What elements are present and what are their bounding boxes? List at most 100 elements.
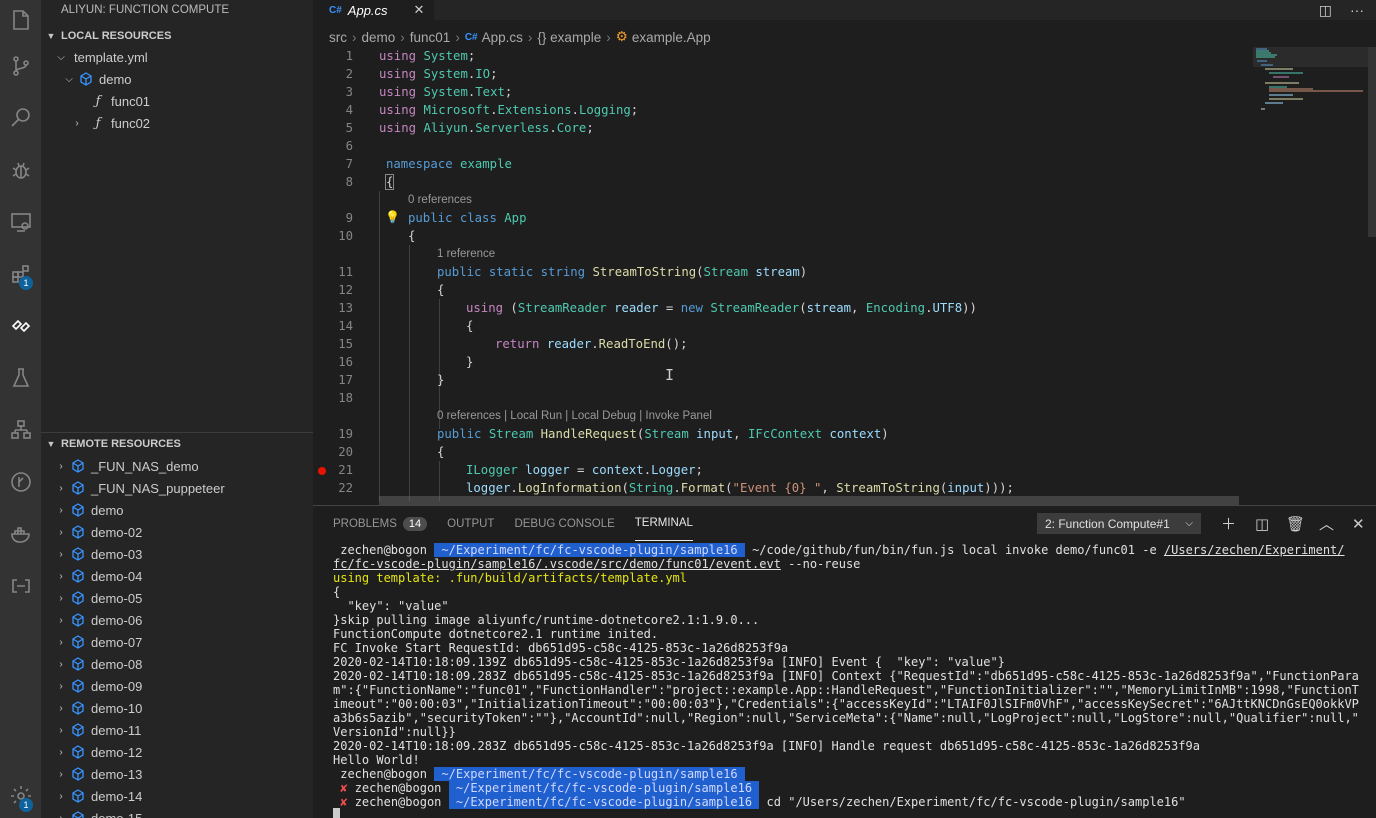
- codelens-references[interactable]: 0 references: [408, 194, 472, 206]
- git-graph-icon[interactable]: [0, 462, 41, 502]
- remote-resource-item[interactable]: › demo-07: [41, 631, 313, 653]
- chevron-down-icon: ⌵: [57, 51, 65, 63]
- remote-resource-item[interactable]: › _FUN_NAS_puppeteer: [41, 477, 313, 499]
- test-flask-icon[interactable]: [0, 358, 41, 398]
- search-icon[interactable]: [0, 98, 41, 138]
- tree-item-label: demo-02: [91, 524, 143, 540]
- terminal-line: a3b6s5azib","securityToken":""},"Account…: [333, 711, 1359, 725]
- remote-resource-item[interactable]: › demo-06: [41, 609, 313, 631]
- chevron-right-icon: ›: [59, 460, 63, 472]
- code-line: }: [466, 355, 474, 369]
- terminal-line: using template: .fun/build/artifacts/tem…: [333, 571, 688, 585]
- remote-explorer-icon[interactable]: [0, 202, 41, 242]
- activity-bar: 1 1: [0, 0, 41, 818]
- remote-resource-item[interactable]: › _FUN_NAS_demo: [41, 455, 313, 477]
- close-panel-icon[interactable]: ✕: [1352, 506, 1365, 541]
- terminal-select[interactable]: 2: Function Compute#1 ⌵: [1037, 513, 1201, 534]
- deploy-icon[interactable]: [0, 410, 41, 450]
- remote-resource-item[interactable]: › demo-04: [41, 565, 313, 587]
- local-resources-header[interactable]: ▼ LOCAL RESOURCES: [41, 26, 313, 46]
- tree-item-label: demo-05: [91, 590, 143, 606]
- service-cube-icon: [69, 745, 87, 759]
- new-terminal-icon[interactable]: ＋: [1221, 506, 1236, 541]
- remote-resource-item[interactable]: › demo-02: [41, 521, 313, 543]
- breadcrumb-file[interactable]: App.cs: [482, 30, 523, 45]
- tab-output[interactable]: OUTPUT: [447, 506, 494, 541]
- breadcrumb-namespace[interactable]: {} example: [537, 30, 601, 45]
- terminal-line: FunctionCompute dotnetcore2.1 runtime in…: [333, 627, 659, 641]
- tree-item-label: template.yml: [74, 49, 148, 65]
- remote-resource-item[interactable]: › demo-05: [41, 587, 313, 609]
- remote-resource-item[interactable]: › demo-10: [41, 697, 313, 719]
- tab-problems[interactable]: PROBLEMS 14: [333, 506, 428, 541]
- remote-resource-item[interactable]: › demo-09: [41, 675, 313, 697]
- trash-icon[interactable]: 🗑: [1286, 506, 1305, 541]
- breadcrumb-class[interactable]: example.App: [632, 30, 711, 45]
- remote-resources-header[interactable]: ▼ REMOTE RESOURCES: [41, 433, 313, 455]
- function-icon: ƒ: [95, 93, 101, 109]
- tree-item-label: demo-08: [91, 656, 143, 672]
- codelens-references[interactable]: 1 reference: [437, 248, 495, 260]
- panel-tabs: PROBLEMS 14 OUTPUT DEBUG CONSOLE TERMINAL…: [313, 506, 1376, 541]
- service-cube-icon: [69, 679, 87, 693]
- codelens-actions[interactable]: 0 references | Local Run | Local Debug |…: [437, 410, 712, 422]
- chevron-right-icon: ›: [59, 526, 63, 538]
- docker-icon[interactable]: [0, 514, 41, 554]
- class-icon: ⚙: [615, 29, 628, 44]
- tab-app-cs[interactable]: C# App.cs ✕: [313, 0, 435, 20]
- chevron-right-icon: ›: [59, 724, 63, 736]
- terminal-line: m":{"FunctionName":"func01","FunctionHan…: [333, 683, 1359, 697]
- remote-resource-item[interactable]: › demo: [41, 499, 313, 521]
- settings-gear-icon[interactable]: 1: [0, 776, 41, 816]
- tab-terminal[interactable]: TERMINAL: [634, 506, 693, 541]
- tree-item-label: demo-15: [91, 810, 143, 818]
- service-cube-icon: [69, 657, 87, 671]
- bracket-link-icon[interactable]: [0, 566, 41, 606]
- remote-resource-item[interactable]: › demo-11: [41, 719, 313, 741]
- tree-item-demo[interactable]: ⌵ demo: [41, 68, 313, 90]
- tree-item-func02[interactable]: › ƒ func02: [41, 112, 313, 134]
- tree-item-template-yml[interactable]: ⌵ template.yml: [41, 46, 313, 68]
- terminal-line: VersionId":null}}: [333, 725, 456, 739]
- chevron-right-icon: ›: [59, 636, 63, 648]
- more-actions-icon[interactable]: ···: [1350, 2, 1364, 18]
- split-editor-icon[interactable]: ◫: [1319, 2, 1332, 19]
- tree-item-label: demo-11: [91, 722, 142, 738]
- code-line: using Aliyun.Serverless.Core;: [379, 121, 594, 135]
- remote-resource-item[interactable]: › demo-12: [41, 741, 313, 763]
- tree-item-label: demo: [99, 71, 132, 87]
- remote-resource-item[interactable]: › demo-15: [41, 807, 313, 818]
- extensions-icon[interactable]: 1: [0, 254, 41, 294]
- extensions-badge: 1: [19, 276, 33, 290]
- remote-resource-item[interactable]: › demo-03: [41, 543, 313, 565]
- tab-debug-console[interactable]: DEBUG CONSOLE: [514, 506, 614, 541]
- bottom-panel: PROBLEMS 14 OUTPUT DEBUG CONSOLE TERMINAL…: [313, 505, 1376, 818]
- vertical-scrollbar[interactable]: [1368, 47, 1376, 237]
- remote-resource-item[interactable]: › demo-13: [41, 763, 313, 785]
- tree-item-func01[interactable]: ƒ func01: [41, 90, 313, 112]
- minimap[interactable]: [1253, 47, 1368, 117]
- breadcrumb-src[interactable]: src: [329, 30, 347, 45]
- code-line: {: [384, 174, 395, 190]
- tree-item-label: _FUN_NAS_demo: [91, 458, 199, 474]
- code-line: public static string StreamToString(Stre…: [437, 265, 808, 279]
- breadcrumb-demo[interactable]: demo: [362, 30, 396, 45]
- close-icon[interactable]: ✕: [414, 2, 425, 18]
- maximize-panel-icon[interactable]: ︿: [1319, 506, 1334, 541]
- debug-icon[interactable]: [0, 150, 41, 190]
- chevron-right-icon: ›: [59, 680, 63, 692]
- text-cursor-icon: I: [665, 366, 675, 384]
- split-terminal-icon[interactable]: ◫: [1255, 506, 1269, 541]
- breadcrumb-func01[interactable]: func01: [410, 30, 451, 45]
- problems-count-badge: 14: [402, 516, 428, 531]
- remote-resource-item[interactable]: › demo-08: [41, 653, 313, 675]
- source-control-icon[interactable]: [0, 46, 41, 86]
- explorer-icon[interactable]: [0, 0, 41, 40]
- error-mark-icon: ✘: [340, 781, 348, 795]
- chevron-right-icon: ›: [59, 482, 63, 494]
- terminal-line: ✘ zechen@bogon ~/Experiment/fc/fc-vscode…: [333, 781, 760, 795]
- remote-resource-item[interactable]: › demo-14: [41, 785, 313, 807]
- function-compute-icon[interactable]: [0, 306, 41, 346]
- lightbulb-icon[interactable]: 💡: [385, 210, 400, 224]
- horizontal-scrollbar[interactable]: [379, 496, 1239, 505]
